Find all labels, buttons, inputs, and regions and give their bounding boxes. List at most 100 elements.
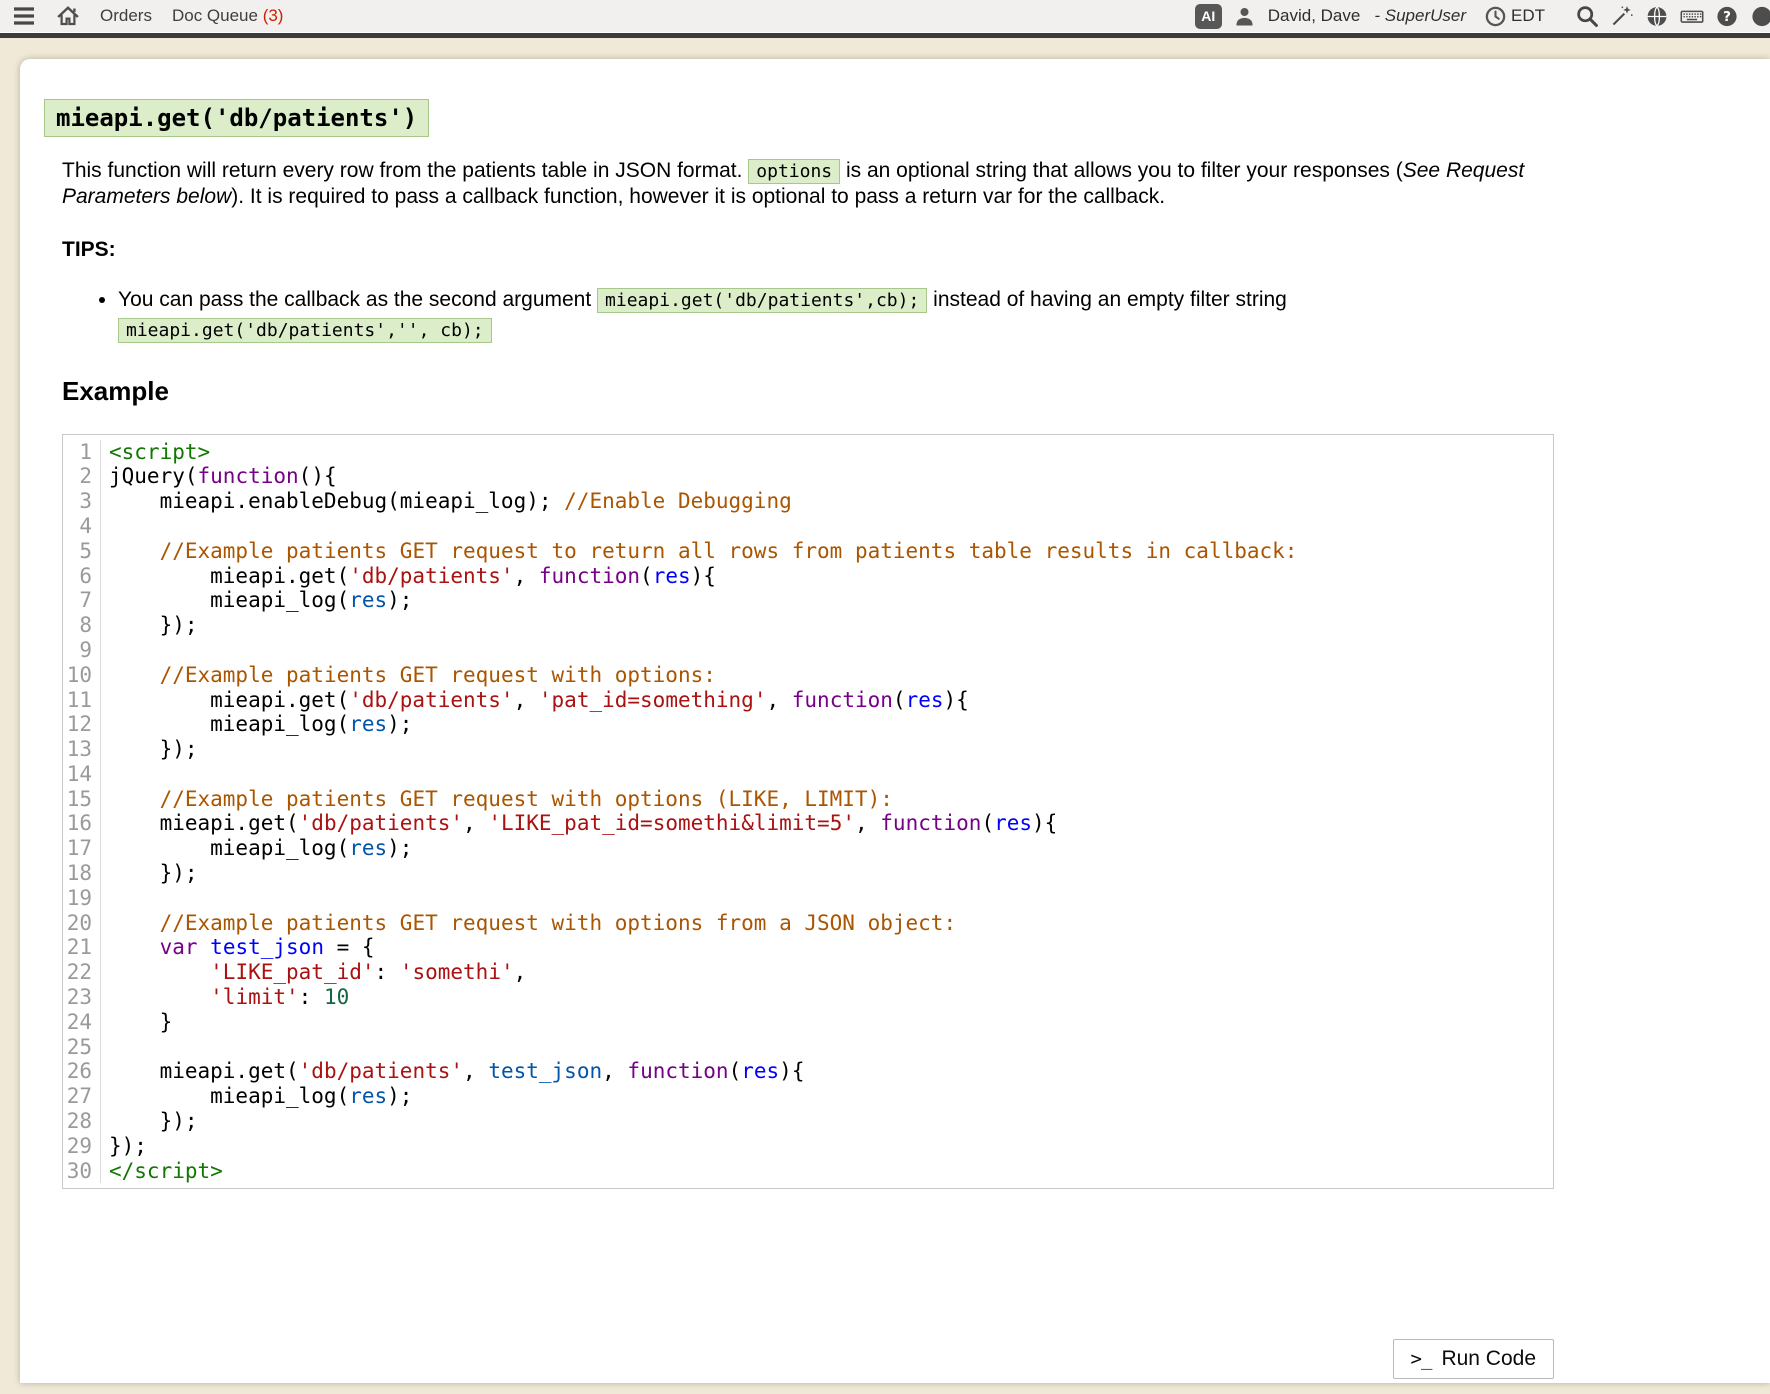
page-background: mieapi.get('db/patients') This function … (0, 38, 1770, 1393)
breadcrumb: Orders Doc Queue (3) (100, 6, 283, 26)
help-icon[interactable]: ? (1715, 4, 1739, 28)
search-icon[interactable] (1575, 4, 1599, 28)
line-number: 14 (63, 762, 101, 787)
tips-list: You can pass the callback as the second … (62, 285, 1532, 345)
wand-icon[interactable] (1610, 4, 1634, 28)
code-line: 18 }); (63, 861, 1553, 886)
line-number: 1 (63, 440, 101, 465)
line-number: 16 (63, 811, 101, 836)
code-line: 4 (63, 514, 1553, 539)
code-line: 7 mieapi_log(res); (63, 588, 1553, 613)
code-line: 10 //Example patients GET request with o… (63, 663, 1553, 688)
terminal-icon: >_ (1411, 1348, 1432, 1370)
svg-text:?: ? (1723, 9, 1731, 25)
line-number: 20 (63, 911, 101, 936)
line-number: 10 (63, 663, 101, 688)
line-number: 9 (63, 638, 101, 663)
line-number: 17 (63, 836, 101, 861)
line-number: 2 (63, 464, 101, 489)
code-line: 24 } (63, 1010, 1553, 1035)
line-number: 15 (63, 787, 101, 812)
code-line: 13 }); (63, 737, 1553, 762)
line-number: 23 (63, 985, 101, 1010)
top-bar: Orders Doc Queue (3) AI David, Dave - Sup… (0, 0, 1770, 33)
code-line: 27 mieapi_log(res); (63, 1084, 1553, 1109)
line-number: 8 (63, 613, 101, 638)
code-line: 9 (63, 638, 1553, 663)
intro-paragraph: This function will return every row from… (62, 158, 1556, 211)
code-line: 1<script> (63, 440, 1553, 465)
inline-code: mieapi.get('db/patients','', cb); (118, 318, 492, 343)
run-code-button[interactable]: >_ Run Code (1393, 1339, 1554, 1379)
clock-icon (1483, 4, 1507, 28)
code-line: 30</script> (63, 1159, 1553, 1184)
breadcrumb-item[interactable]: Doc Queue (3) (172, 6, 284, 26)
line-number: 26 (63, 1059, 101, 1084)
doc-queue-count: (3) (258, 6, 284, 25)
example-heading: Example (62, 376, 1770, 407)
text-segment: instead of having an empty filter string (927, 288, 1287, 311)
line-number: 18 (63, 861, 101, 886)
code-line: 12 mieapi_log(res); (63, 712, 1553, 737)
code-line: 14 (63, 762, 1553, 787)
line-number: 3 (63, 489, 101, 514)
code-editor[interactable]: 1<script>2jQuery(function(){3 mieapi.ena… (62, 434, 1554, 1190)
run-code-label: Run Code (1441, 1347, 1536, 1371)
text-segment: This function will return every row from… (62, 159, 748, 182)
code-line: 25 (63, 1035, 1553, 1060)
line-number: 27 (63, 1084, 101, 1109)
line-number: 5 (63, 539, 101, 564)
code-line: 22 'LIKE_pat_id': 'somethi', (63, 960, 1553, 985)
line-number: 24 (63, 1010, 101, 1035)
user-name[interactable]: David, Dave (1268, 6, 1361, 26)
tips-heading: TIPS: (62, 238, 1770, 262)
line-number: 29 (63, 1134, 101, 1159)
menu-icon[interactable] (12, 4, 36, 28)
timezone-label[interactable]: EDT (1511, 6, 1545, 26)
breadcrumb-item[interactable]: Orders (100, 6, 152, 26)
content-panel: mieapi.get('db/patients') This function … (20, 59, 1770, 1383)
code-line: 23 'limit': 10 (63, 985, 1553, 1010)
code-line: 29}); (63, 1134, 1553, 1159)
code-line: 15 //Example patients GET request with o… (63, 787, 1553, 812)
line-number: 12 (63, 712, 101, 737)
code-line: 2jQuery(function(){ (63, 464, 1553, 489)
code-line: 17 mieapi_log(res); (63, 836, 1553, 861)
tip-item: You can pass the callback as the second … (118, 285, 1532, 345)
line-number: 6 (63, 564, 101, 589)
code-line: 6 mieapi.get('db/patients', function(res… (63, 564, 1553, 589)
partial-edge-icon (1750, 4, 1770, 28)
page-title: mieapi.get('db/patients') (44, 99, 429, 137)
line-number: 4 (63, 514, 101, 539)
code-line: 16 mieapi.get('db/patients', 'LIKE_pat_i… (63, 811, 1553, 836)
line-number: 19 (63, 886, 101, 911)
inline-code: mieapi.get('db/patients',cb); (597, 288, 927, 313)
line-number: 13 (63, 737, 101, 762)
code-line: 5 //Example patients GET request to retu… (63, 539, 1553, 564)
code-line: 8 }); (63, 613, 1553, 638)
line-number: 25 (63, 1035, 101, 1060)
home-icon[interactable] (56, 4, 80, 28)
code-line: 26 mieapi.get('db/patients', test_json, … (63, 1059, 1553, 1084)
code-line: 11 mieapi.get('db/patients', 'pat_id=som… (63, 688, 1553, 713)
line-number: 30 (63, 1159, 101, 1184)
text-segment: ). It is required to pass a callback fun… (231, 185, 1165, 208)
code-line: 20 //Example patients GET request with o… (63, 911, 1553, 936)
line-number: 21 (63, 935, 101, 960)
code-line: 28 }); (63, 1109, 1553, 1134)
text-segment: is an optional string that allows you to… (840, 159, 1403, 182)
code-line: 21 var test_json = { (63, 935, 1553, 960)
code-line: 19 (63, 886, 1553, 911)
line-number: 7 (63, 588, 101, 613)
keyboard-icon[interactable] (1680, 4, 1704, 28)
globe-icon[interactable] (1645, 4, 1669, 28)
text-segment: You can pass the callback as the second … (118, 288, 597, 311)
line-number: 28 (63, 1109, 101, 1134)
line-number: 22 (63, 960, 101, 985)
user-role: - SuperUser (1374, 6, 1466, 26)
ai-badge[interactable]: AI (1195, 4, 1222, 29)
inline-code: options (748, 159, 840, 184)
code-line: 3 mieapi.enableDebug(mieapi_log); //Enab… (63, 489, 1553, 514)
line-number: 11 (63, 688, 101, 713)
user-icon (1233, 4, 1257, 28)
